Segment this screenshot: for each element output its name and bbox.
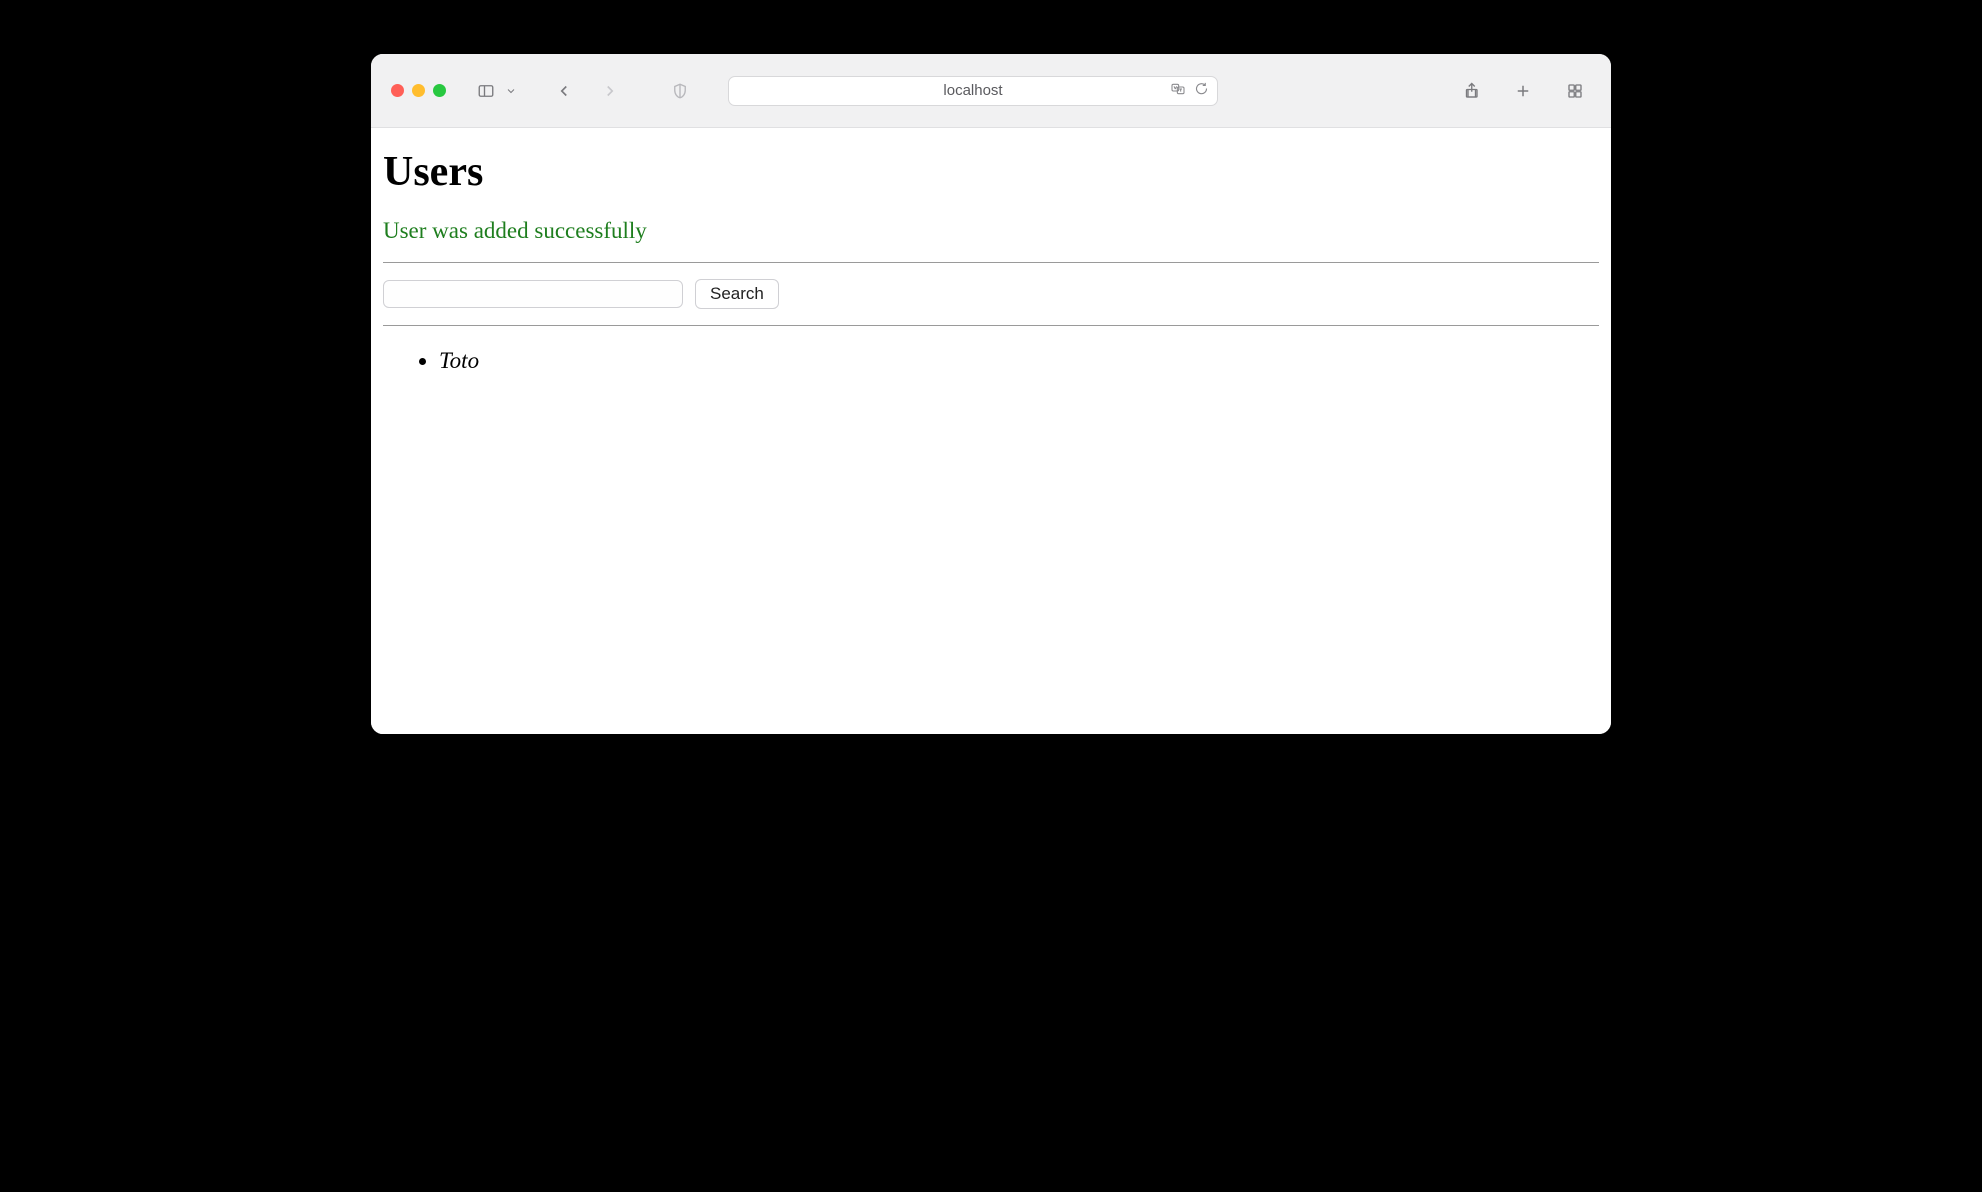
search-input[interactable] [383,280,683,308]
privacy-shield-icon[interactable] [664,75,696,107]
tab-group-dropdown[interactable] [502,75,520,107]
new-tab-button[interactable] [1507,75,1539,107]
window-controls [391,84,446,97]
translate-icon[interactable] [1170,81,1186,101]
url-text: localhost [943,82,1002,99]
divider [383,325,1599,326]
success-message: User was added successfully [383,218,1599,244]
search-button[interactable]: Search [695,279,779,309]
close-window-button[interactable] [391,84,404,97]
tab-overview-button[interactable] [1559,75,1591,107]
share-button[interactable] [1455,75,1487,107]
browser-window: localhost [371,54,1611,734]
reload-icon[interactable] [1194,81,1209,100]
forward-button[interactable] [594,75,626,107]
page-title: Users [383,148,1599,196]
user-list: Toto [383,348,1599,374]
page-content: Users User was added successfully Search… [371,128,1611,734]
browser-toolbar: localhost [371,54,1611,128]
user-name: Toto [439,348,479,373]
back-button[interactable] [548,75,580,107]
address-bar[interactable]: localhost [728,76,1218,106]
sidebar-toggle-button[interactable] [470,75,502,107]
list-item: Toto [439,348,1599,374]
search-form: Search [383,263,1599,325]
minimize-window-button[interactable] [412,84,425,97]
maximize-window-button[interactable] [433,84,446,97]
